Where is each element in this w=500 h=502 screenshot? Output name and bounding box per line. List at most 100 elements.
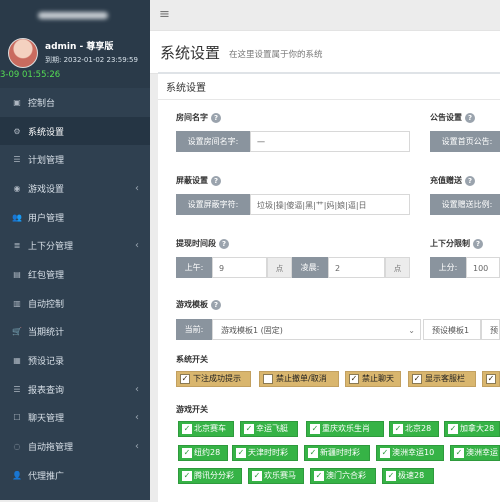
gamepad-icon: ◉ (13, 183, 21, 193)
brand-area (0, 0, 150, 30)
game-toggle-beijing-28[interactable]: ✓ 北京28 (389, 421, 439, 437)
template-select[interactable]: 游戏模板1 (固定) ⌄ (212, 319, 421, 340)
sidebar-item-game-settings[interactable]: ◉ 游戏设置 ‹ (0, 174, 150, 203)
help-icon[interactable]: ? (211, 299, 221, 310)
sidebar-item-label: 计划管理 (28, 156, 65, 167)
switch-show-service-bar[interactable]: ✓ 显示客服栏 (408, 371, 476, 387)
sidebar-item-label: 自动拖管理 (28, 443, 74, 454)
game-toggle-australia-lucky[interactable]: ✓ 澳洲幸运 (450, 445, 500, 461)
sidebar-item-period-stats[interactable]: 🛒 当期统计 (0, 318, 150, 347)
sidebar-item-report-query[interactable]: ☰ 报表查询 ‹ (0, 375, 150, 404)
game-toggle-xinjiang-ssc[interactable]: ✓ 新疆时时彩 (304, 445, 370, 461)
check-icon: ✓ (314, 471, 324, 481)
switch-more[interactable]: ✓ (482, 371, 500, 387)
server-clock: 3-09 01:55:26 (0, 70, 61, 80)
check-icon: ✓ (182, 424, 192, 434)
help-icon[interactable]: ? (465, 175, 475, 186)
room-name-input[interactable]: 一 (250, 131, 410, 152)
sidebar-item-label: 自动控制 (28, 299, 65, 310)
preset-template-2-button[interactable]: 预 (481, 319, 500, 340)
page-subtitle: 在这里设置属于你的系统 (229, 50, 323, 60)
game-toggle-tianjin-ssc[interactable]: ✓ 天津时时彩 (232, 445, 298, 461)
user-name[interactable]: admin - 尊享版 (45, 39, 113, 52)
sidebar-item-label: 游戏设置 (28, 184, 65, 195)
switch-bet-success[interactable]: ✓ 下注成功提示 (176, 371, 251, 387)
chevron-left-icon: ‹ (135, 383, 139, 395)
sidebar-item-user-management[interactable]: 👥 用户管理 (0, 203, 150, 232)
user-profile: admin - 尊享版 到期: 2032-01-02 23:59:59 3-09… (0, 30, 150, 88)
check-icon: ✓ (386, 471, 396, 481)
sidebar-item-agent-promotion[interactable]: 👤 代理推广 (0, 461, 150, 490)
panel-header: 系统设置 (158, 74, 500, 100)
game-template-label: 游戏模板? (176, 299, 221, 310)
sidebar-item-red-packet[interactable]: ▤ 红包管理 (0, 260, 150, 289)
am-hour-input[interactable]: 9 (212, 257, 267, 278)
check-icon: ✓ (310, 424, 320, 434)
chevron-left-icon: ‹ (135, 182, 139, 194)
list-icon: ☰ (13, 155, 21, 165)
sidebar-item-chat-management[interactable]: ☐ 聊天管理 ‹ (0, 404, 150, 433)
help-icon[interactable]: ? (219, 238, 229, 249)
switch-disable-chat[interactable]: ✓ 禁止聊天 (345, 371, 401, 387)
sidebar-item-auto-bot-management[interactable]: ◌ 自动拖管理 ‹ (0, 432, 150, 461)
help-icon[interactable]: ? (465, 112, 475, 123)
check-icon: ✓ (244, 424, 254, 434)
game-toggle-macau-mark-six[interactable]: ✓ 澳门六合彩 (310, 468, 376, 484)
game-toggle-beijing-racing[interactable]: ✓ 北京赛车 (178, 421, 234, 437)
deposit-limit-input[interactable]: 100 (466, 257, 500, 278)
game-toggle-australia-lucky10[interactable]: ✓ 澳洲幸运10 (376, 445, 444, 461)
settings-panel: 系统设置 房间名字? 设置房间名字: 一 公告设置? 设置首页公告: 屏蔽设置?… (158, 72, 500, 502)
sidebar-item-label: 用户管理 (28, 213, 65, 224)
block-chars-input[interactable]: 垃圾|操|傻逼|黑|艹|妈|娘|逼|日 (250, 194, 410, 215)
notice-addon: 设置首页公告: (430, 131, 500, 152)
check-icon: ✓ (182, 448, 192, 458)
game-toggle-tencent-ffc[interactable]: ✓ 腾讯分分彩 (178, 468, 242, 484)
sidebar-item-label: 红包管理 (28, 270, 65, 281)
sidebar-item-label: 报表查询 (28, 385, 65, 396)
deposit-addon: 上分: (430, 257, 466, 278)
check-icon: ✓ (448, 424, 458, 434)
dashboard-icon: ▣ (13, 97, 21, 107)
avatar[interactable] (8, 38, 38, 68)
sidebar-nav: ▣ 控制台 ⚙ 系统设置 ☰ 计划管理 ◉ 游戏设置 ‹ 👥 用户管理 ≣ 上下分管理 ‹ ▤ 红… (0, 88, 150, 490)
sidebar-item-plan-management[interactable]: ☰ 计划管理 (0, 145, 150, 174)
sidebar-item-auto-control[interactable]: ▥ 自动控制 (0, 289, 150, 318)
game-toggle-newyork-28[interactable]: ✓ 纽约28 (178, 445, 228, 461)
switch-disable-cancel[interactable]: 禁止撤单/取消 (259, 371, 339, 387)
sidebar-item-label: 聊天管理 (28, 414, 65, 425)
game-toggle-speed-28[interactable]: ✓ 极速28 (382, 468, 434, 484)
chevron-left-icon: ‹ (135, 441, 139, 453)
help-icon[interactable]: ? (211, 112, 221, 123)
help-icon[interactable]: ? (211, 175, 221, 186)
help-icon[interactable]: ? (473, 238, 483, 249)
chat-icon: ☐ (13, 413, 21, 423)
check-icon: ✓ (380, 448, 390, 458)
room-name-label: 房间名字? (176, 112, 221, 123)
recharge-bonus-addon: 设置赠送比例: (430, 194, 500, 215)
sidebar-item-preset-records[interactable]: ▦ 预设记录 (0, 346, 150, 375)
checkbox-icon: ✓ (180, 374, 190, 384)
checkbox-icon: ✓ (412, 374, 422, 384)
game-toggle-canada-28[interactable]: ✓ 加拿大28 (444, 421, 500, 437)
gear-icon: ⚙ (13, 126, 21, 136)
top-bar: ≡ (150, 0, 500, 30)
pm-hour-input[interactable]: 2 (328, 257, 385, 278)
sidebar-item-dashboard[interactable]: ▣ 控制台 (0, 88, 150, 117)
am-addon: 上午: (176, 257, 212, 278)
game-toggle-chongqing-zodiac[interactable]: ✓ 重庆欢乐生肖 (306, 421, 384, 437)
check-icon: ✓ (393, 424, 403, 434)
sidebar-item-points-management[interactable]: ≣ 上下分管理 ‹ (0, 231, 150, 260)
check-icon: ✓ (252, 471, 262, 481)
page-title: 系统设置 (160, 44, 221, 62)
menu-icon[interactable]: ≡ (159, 7, 170, 22)
sidebar: admin - 尊享版 到期: 2032-01-02 23:59:59 3-09… (0, 0, 150, 500)
users-icon: 👥 (12, 212, 22, 222)
game-toggle-lucky-airship[interactable]: ✓ 幸运飞艇 (240, 421, 298, 437)
game-toggle-happy-horse-race[interactable]: ✓ 欢乐赛马 (248, 468, 304, 484)
control-icon: ▥ (13, 298, 21, 308)
preset-template-1-button[interactable]: 预设模板1 (423, 319, 481, 340)
sidebar-item-system-settings[interactable]: ⚙ 系统设置 (0, 116, 150, 146)
points-limit-label: 上下分限制? (430, 238, 483, 249)
recharge-bonus-label: 充值赠送? (430, 175, 475, 186)
brand-logo (38, 12, 108, 19)
